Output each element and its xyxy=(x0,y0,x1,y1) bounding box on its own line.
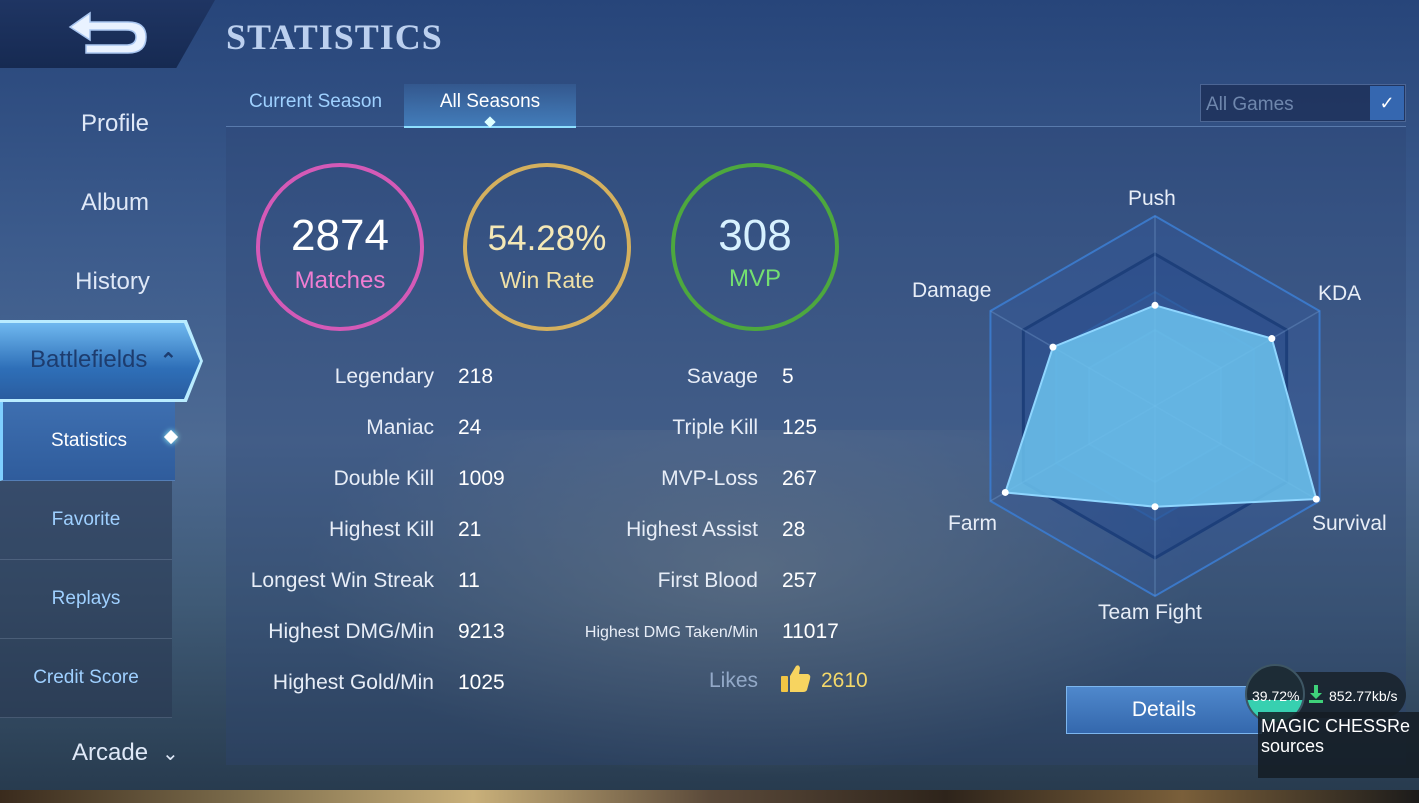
mvp-circle: 308 MVP xyxy=(671,163,839,331)
radar-axis-farm: Farm xyxy=(948,512,997,535)
radar-axis-damage: Damage xyxy=(912,279,992,302)
stat-label-highest-assist: Highest Assist xyxy=(626,518,758,541)
radar-axis-team-fight: Team Fight xyxy=(1098,601,1202,624)
stat-label-mvp-loss: MVP-Loss xyxy=(661,467,758,490)
radar-data-point xyxy=(1312,495,1320,503)
stat-value-mvp-loss: 267 xyxy=(782,467,818,490)
radar-data-point xyxy=(1151,301,1159,309)
stat-value-double-kill: 1009 xyxy=(458,467,505,490)
matches-value: 2874 xyxy=(291,211,389,260)
performance-radar-chart xyxy=(989,214,1321,598)
stat-label-longest-win-streak: Longest Win Streak xyxy=(250,569,434,592)
bottom-strip xyxy=(0,790,1419,803)
stat-value-first-blood: 257 xyxy=(782,569,818,592)
radar-axis-push: Push xyxy=(1128,187,1176,210)
stat-value-longest-win-streak: 11 xyxy=(458,569,480,592)
mvp-value: 308 xyxy=(718,211,792,260)
dropdown-chevron-icon[interactable]: ✓ xyxy=(1370,86,1404,120)
sidebar-subitem-replays[interactable]: Replays xyxy=(0,560,172,639)
tab-current-season[interactable]: Current Season xyxy=(228,84,403,126)
download-percent: 39.72% xyxy=(1252,688,1300,704)
likes-value: 2610 xyxy=(821,669,868,692)
stat-value-highest-dmg-min: 9213 xyxy=(458,620,505,643)
win-rate-label: Win Rate xyxy=(499,267,595,293)
stat-label-highest-dmg-taken-min: Highest DMG Taken/Min xyxy=(584,624,758,641)
sidebar-item-history[interactable]: History xyxy=(0,268,225,296)
stat-value-highest-assist: 28 xyxy=(782,518,806,541)
download-label-text: MAGIC CHESSResources xyxy=(1261,716,1411,756)
stat-value-legendary: 218 xyxy=(458,365,494,388)
stat-label-highest-dmg-min: Highest DMG/Min xyxy=(268,620,434,643)
chevron-down-icon: ⌄ xyxy=(162,743,179,765)
radar-data-point xyxy=(1268,335,1276,343)
sidebar-item-profile[interactable]: Profile xyxy=(0,110,230,138)
stat-label-legendary: Legendary xyxy=(334,365,434,388)
stat-label-highest-kill: Highest Kill xyxy=(328,518,434,541)
mvp-label: MVP xyxy=(728,265,781,292)
thumbs-up-icon xyxy=(781,665,811,692)
stat-value-triple-kill: 125 xyxy=(782,416,818,439)
stat-value-savage: 5 xyxy=(782,365,794,388)
games-filter-value: All Games xyxy=(1206,94,1294,115)
stat-label-savage: Savage xyxy=(686,365,758,388)
matches-circle: 2874 Matches xyxy=(256,163,424,331)
radar-data-point xyxy=(1049,343,1057,351)
sidebar-subitem-credit-score[interactable]: Credit Score xyxy=(0,639,172,718)
download-speed: 852.77kb/s xyxy=(1329,688,1398,704)
likes-label: Likes xyxy=(708,669,758,692)
chevron-up-icon: ⌃ xyxy=(160,350,177,372)
win-rate-value: 54.28% xyxy=(487,219,607,258)
games-filter-select[interactable]: All Games ✓ xyxy=(1200,84,1406,122)
radar-data-point xyxy=(1001,488,1009,496)
matches-label: Matches xyxy=(294,267,386,294)
stat-label-triple-kill: Triple Kill xyxy=(672,416,758,439)
sidebar-item-arcade[interactable]: Arcade xyxy=(72,739,148,767)
sidebar-item-album[interactable]: Album xyxy=(0,189,230,217)
back-arrow-icon[interactable] xyxy=(62,10,152,60)
sidebar-subitem-favorite[interactable]: Favorite xyxy=(0,481,172,560)
sidebar-item-battlefields-label: Battlefields xyxy=(30,346,148,373)
stat-value-highest-dmg-taken-min: 11017 xyxy=(782,620,839,643)
stat-label-maniac: Maniac xyxy=(366,416,434,439)
details-button[interactable]: Details xyxy=(1066,686,1262,734)
stat-value-highest-gold-min: 1025 xyxy=(458,671,505,694)
download-arrow-icon xyxy=(1309,685,1323,703)
win-rate-circle: 54.28% Win Rate xyxy=(463,163,631,331)
stat-label-highest-gold-min: Highest Gold/Min xyxy=(272,671,434,694)
sidebar-subitem-statistics[interactable]: Statistics xyxy=(0,402,175,481)
radar-axis-kda: KDA xyxy=(1318,282,1362,305)
stat-value-highest-kill: 21 xyxy=(458,518,482,541)
stat-label-first-blood: First Blood xyxy=(657,569,758,592)
stat-label-double-kill: Double Kill xyxy=(333,467,434,490)
stat-value-maniac: 24 xyxy=(458,416,482,439)
page-title: STATISTICS xyxy=(226,17,443,57)
radar-data-point xyxy=(1151,503,1159,511)
radar-axis-survival: Survival xyxy=(1312,512,1387,535)
